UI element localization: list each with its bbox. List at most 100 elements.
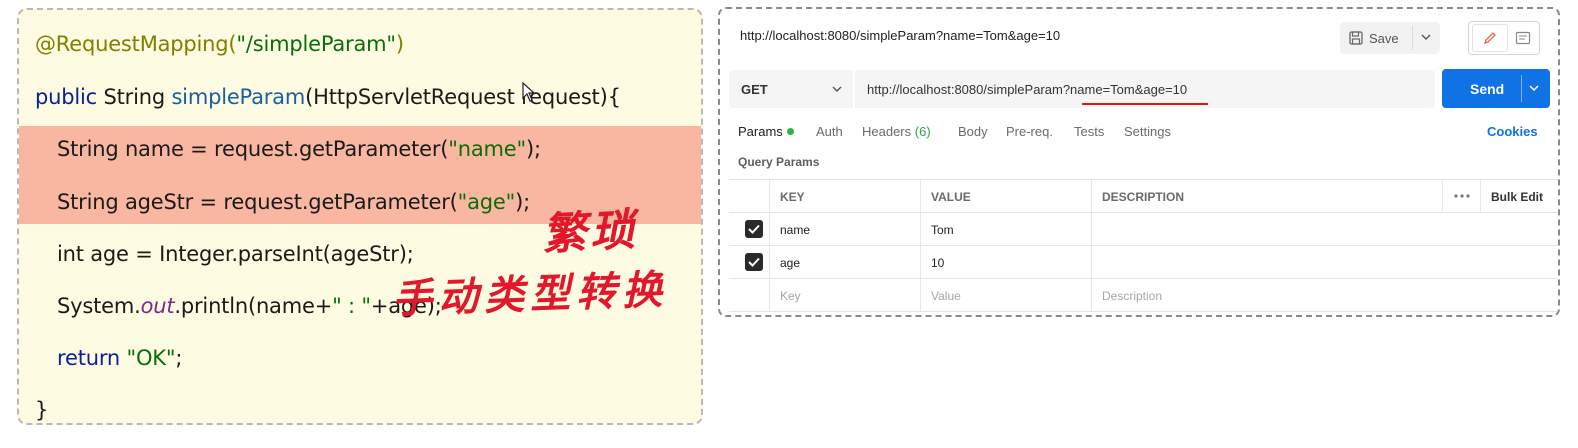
save-label: Save [1369,30,1399,46]
method-label: GET [741,82,768,97]
chevron-down-icon[interactable] [1420,31,1432,43]
cookies-link[interactable]: Cookies [1487,124,1538,139]
tab-pre-request[interactable]: Pre-req. [1006,124,1053,139]
tab-auth[interactable]: Auth [816,124,843,139]
code-line-println: System.out.println(name+" : "+age); [57,294,442,318]
code-token: String name = request.getParameter( [57,137,449,161]
code-line-closing-brace: } [35,398,49,422]
headers-count-badge: (6) [914,124,931,139]
code-token: ); [515,190,530,214]
code-line-parse-int: int age = Integer.parseInt(ageStr); [57,242,414,266]
code-token: ); [525,137,541,161]
header-label: KEY [780,190,805,204]
code-token: String ageStr = request.getParameter( [57,190,458,214]
send-label: Send [1470,81,1505,97]
description-cell[interactable] [1091,213,1558,245]
header-label: VALUE [931,190,971,204]
key-value: age [780,256,801,270]
table-row: age 10 [729,246,1558,279]
value-cell[interactable]: 10 [920,246,1091,278]
type-token: String [97,85,172,109]
more-horizontal-icon [1454,194,1470,198]
description-placeholder: Description [1102,289,1163,303]
tab-label: Params [738,124,783,139]
postman-request-panel: http://localhost:8080/simpleParam?name=T… [718,7,1560,317]
checkbox-column-header [729,180,769,212]
tab-settings[interactable]: Settings [1124,124,1171,139]
checkmark-icon [748,257,760,267]
string-token: "/simpleParam" [236,32,396,56]
code-panel: @RequestMapping("/simpleParam") public S… [17,8,703,425]
row-checkbox[interactable] [745,220,763,238]
static-field-token: out [140,294,175,318]
http-method-select[interactable]: GET [729,70,853,108]
divider [1412,26,1413,50]
key-cell[interactable]: name [769,213,920,245]
tab-tests[interactable]: Tests [1074,124,1104,139]
tab-label: Headers [862,124,912,139]
string-token: "OK" [126,346,176,370]
tab-headers[interactable]: Headers (6) [862,124,931,139]
save-icon [1349,31,1363,45]
keyword-token: public [35,85,97,109]
code-line-get-age: String ageStr = request.getParameter("ag… [57,190,530,214]
column-header-value: VALUE [920,180,1091,212]
code-line-get-name: String name = request.getParameter("name… [57,137,541,161]
string-token: "name" [448,137,526,161]
string-token: "age" [457,190,516,214]
bulk-edit-button[interactable]: Bulk Edit [1480,180,1558,212]
table-row: name Tom [729,213,1558,246]
code-token: System. [57,294,141,318]
send-button[interactable]: Send [1442,69,1550,108]
more-options-cell[interactable] [1442,180,1480,212]
new-description-input[interactable]: Description [1091,279,1558,311]
value-value: 10 [931,256,945,270]
keyword-token: return [57,346,127,370]
table-header-row: KEY VALUE DESCRIPTION Bulk Edit [729,180,1558,213]
code-line-return: return "OK"; [57,346,182,370]
code-token: ; [175,346,183,370]
request-tab-title[interactable]: http://localhost:8080/simpleParam?name=T… [740,28,1060,43]
row-checkbox-cell [729,213,769,245]
chevron-down-icon [832,86,842,92]
pencil-icon [1483,32,1496,45]
key-placeholder: Key [780,289,801,303]
documentation-button[interactable] [1508,31,1538,45]
url-input[interactable]: http://localhost:8080/simpleParam?name=T… [855,70,1435,108]
column-header-key: KEY [769,180,920,212]
edit-mode-button[interactable] [1472,24,1508,52]
value-placeholder: Value [931,289,961,303]
handwritten-note-tedious: 繁琐 [540,204,640,261]
handwritten-note-manual-conversion: 手动类型转换 [391,266,669,323]
column-header-description: DESCRIPTION [1091,180,1442,212]
code-line-annotation: @RequestMapping("/simpleParam") [35,32,404,56]
tab-body[interactable]: Body [958,124,988,139]
key-cell[interactable]: age [769,246,920,278]
checkmark-icon [748,224,760,234]
row-checkbox-cell [729,246,769,278]
row-checkbox-cell [729,279,769,311]
row-checkbox[interactable] [745,253,763,271]
save-button[interactable]: Save [1340,22,1440,54]
chevron-down-icon[interactable] [1528,83,1540,93]
document-icon [1515,31,1531,45]
string-token: " : " [332,294,371,318]
key-value: name [780,223,811,237]
description-cell[interactable] [1091,246,1558,278]
query-string-underline [1082,103,1208,105]
new-value-input[interactable]: Value [920,279,1091,311]
code-token: .println(name+ [174,294,333,318]
url-text: http://localhost:8080/simpleParam?name=T… [867,82,1188,97]
value-value: Tom [931,223,954,237]
query-params-table: KEY VALUE DESCRIPTION Bulk Edit name Tom [729,179,1558,312]
view-toggle [1468,21,1540,55]
mouse-cursor-icon [522,82,536,102]
annotation-token: @RequestMapping( [35,32,237,56]
value-cell[interactable]: Tom [920,213,1091,245]
params-active-dot [786,128,794,135]
tab-params[interactable]: Params [738,124,794,139]
new-key-input[interactable]: Key [769,279,920,311]
query-params-title: Query Params [738,155,820,169]
annotation-token: ) [395,32,404,56]
method-token: simpleParam [171,85,306,109]
